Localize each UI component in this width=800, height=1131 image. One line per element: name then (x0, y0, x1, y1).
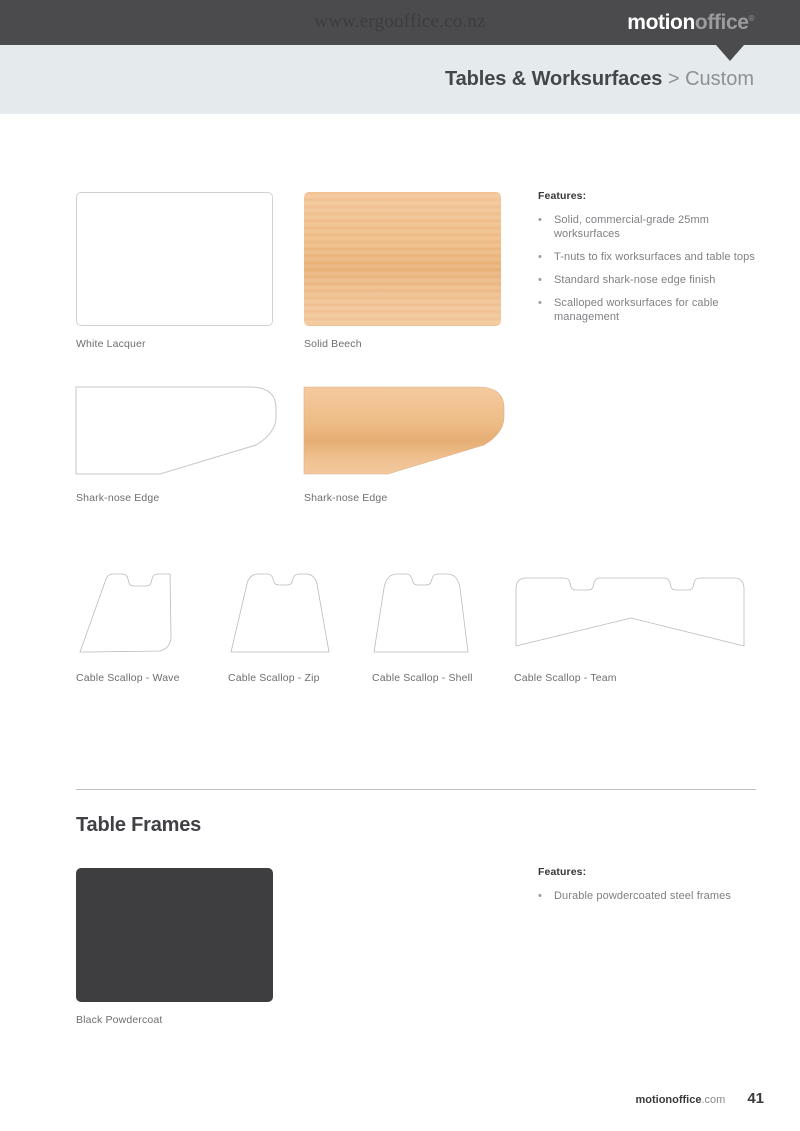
breadcrumb-separator-icon: > (667, 68, 680, 90)
features-heading: Features: (538, 190, 587, 202)
swatch-label-scallop-zip: Cable Scallop - Zip (228, 672, 320, 684)
feature-item: • T-nuts to fix worksurfaces and table t… (538, 250, 770, 264)
header-pointer-triangle-icon (716, 45, 744, 61)
feature-item: • Standard shark-nose edge finish (538, 273, 770, 287)
swatch-label-shark-nose-white: Shark-nose Edge (76, 492, 160, 504)
registered-trademark-icon: ® (748, 14, 755, 23)
footer-brand: motionoffice (635, 1094, 702, 1106)
footer: motionoffice.com 41 (635, 1090, 764, 1107)
features-heading: Features: (538, 866, 587, 878)
feature-text: Solid, commercial-grade 25mm worksurface… (554, 214, 710, 240)
swatch-white-lacquer (76, 192, 273, 326)
swatch-label-scallop-wave: Cable Scallop - Wave (76, 672, 180, 684)
features-worksurfaces: Features: • Solid, commercial-grade 25mm… (538, 190, 770, 333)
scallop-shape-shell (370, 570, 475, 655)
profile-shark-nose-white (74, 385, 279, 477)
feature-text: Standard shark-nose edge finish (554, 274, 716, 286)
swatch-label-white-lacquer: White Lacquer (76, 338, 146, 350)
page-title-table-frames: Table Frames (76, 814, 202, 836)
bullet-icon: • (538, 297, 542, 309)
scallop-shape-team (512, 570, 750, 655)
swatch-label-black-powdercoat: Black Powdercoat (76, 1014, 163, 1026)
feature-item: • Solid, commercial-grade 25mm worksurfa… (538, 213, 770, 241)
bullet-icon: • (538, 274, 542, 286)
bullet-icon: • (538, 214, 542, 226)
page-number: 41 (747, 1090, 764, 1107)
scallop-shape-wave (70, 570, 190, 655)
feature-item: • Scalloped worksurfaces for cable manag… (538, 296, 770, 324)
features-table-frames: Features: • Durable powdercoated steel f… (538, 866, 770, 912)
swatch-solid-beech (304, 192, 501, 326)
bullet-icon: • (538, 251, 542, 263)
logo-secondary-text: office (694, 11, 749, 34)
bullet-icon: • (538, 890, 542, 902)
profile-shark-nose-beech (302, 385, 507, 477)
swatch-label-scallop-shell: Cable Scallop - Shell (372, 672, 473, 684)
feature-text: Scalloped worksurfaces for cable managem… (554, 297, 719, 323)
section-divider (76, 789, 756, 790)
swatch-label-scallop-team: Cable Scallop - Team (514, 672, 617, 684)
breadcrumb: Tables & Worksurfaces > Custom (445, 68, 754, 91)
feature-item: • Durable powdercoated steel frames (538, 889, 770, 903)
motionoffice-logo: motionoffice® (627, 11, 754, 35)
swatch-label-solid-beech: Solid Beech (304, 338, 362, 350)
breadcrumb-category[interactable]: Tables & Worksurfaces (445, 68, 662, 90)
feature-text: T-nuts to fix worksurfaces and table top… (554, 251, 755, 263)
scallop-shape-zip (225, 570, 335, 655)
logo-primary-text: motion (627, 11, 695, 34)
breadcrumb-current: Custom (685, 68, 754, 90)
swatch-label-shark-nose-beech: Shark-nose Edge (304, 492, 388, 504)
swatch-black-powdercoat (76, 868, 273, 1002)
footer-domain-suffix: .com (701, 1094, 726, 1106)
feature-text: Durable powdercoated steel frames (554, 890, 731, 902)
